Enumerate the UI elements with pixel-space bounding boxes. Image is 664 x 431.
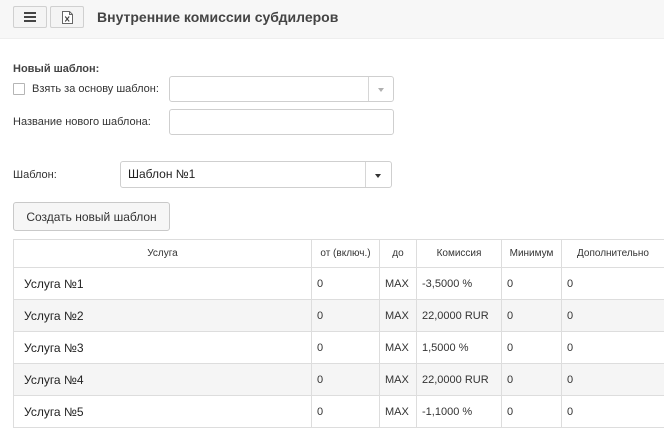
template-select[interactable]: Шаблон №1 — [120, 161, 392, 188]
cell-service: Услуга №4 — [13, 363, 312, 396]
table-header-row: Услуга от (включ.) до Комиссия Минимум Д… — [13, 239, 664, 268]
cell-service: Услуга №5 — [13, 395, 312, 428]
template-label: Шаблон: — [13, 169, 57, 181]
cell-service: Услуга №3 — [13, 331, 312, 364]
table-row[interactable]: Услуга №2 0 MAX 22,0000 RUR 0 0 — [13, 299, 664, 332]
base-template-select[interactable] — [169, 76, 394, 102]
cell-from: 0 — [311, 331, 380, 364]
column-header-minimum[interactable]: Минимум — [501, 239, 562, 268]
column-header-to[interactable]: до — [379, 239, 417, 268]
table-row[interactable]: Услуга №5 0 MAX -1,1000 % 0 0 — [13, 395, 664, 428]
excel-export-icon — [61, 10, 73, 24]
cell-commission: 22,0000 RUR — [416, 363, 502, 396]
table-row[interactable]: Услуга №4 0 MAX 22,0000 RUR 0 0 — [13, 363, 664, 396]
hamburger-icon — [24, 12, 36, 22]
top-bar: Внутренние комиссии субдилеров — [0, 0, 664, 39]
cell-additional: 0 — [561, 363, 664, 396]
select-divider — [368, 77, 369, 101]
table-row[interactable]: Услуга №1 0 MAX -3,5000 % 0 0 — [13, 267, 664, 300]
cell-from: 0 — [311, 395, 380, 428]
cell-to: MAX — [379, 267, 417, 300]
column-header-service[interactable]: Услуга — [13, 239, 312, 268]
template-select-value: Шаблон №1 — [128, 167, 196, 181]
cell-to: MAX — [379, 299, 417, 332]
page-title: Внутренние комиссии субдилеров — [97, 9, 339, 25]
cell-additional: 0 — [561, 395, 664, 428]
create-new-template-button[interactable]: Создать новый шаблон — [13, 202, 170, 231]
cell-additional: 0 — [561, 299, 664, 332]
cell-minimum: 0 — [501, 331, 562, 364]
menu-button[interactable] — [13, 6, 47, 28]
cell-commission: 22,0000 RUR — [416, 299, 502, 332]
cell-from: 0 — [311, 267, 380, 300]
column-header-additional[interactable]: Дополнительно — [561, 239, 664, 268]
cell-to: MAX — [379, 363, 417, 396]
new-template-section-label: Новый шаблон: — [13, 63, 100, 75]
chevron-down-icon — [378, 88, 384, 92]
column-header-commission[interactable]: Комиссия — [416, 239, 502, 268]
cell-commission: 1,5000 % — [416, 331, 502, 364]
use-base-template-checkbox[interactable] — [13, 83, 25, 95]
cell-minimum: 0 — [501, 363, 562, 396]
cell-from: 0 — [311, 363, 380, 396]
table-row[interactable]: Услуга №3 0 MAX 1,5000 % 0 0 — [13, 331, 664, 364]
cell-additional: 0 — [561, 267, 664, 300]
use-base-template-label: Взять за основу шаблон: — [32, 83, 159, 95]
commission-table: Услуга от (включ.) до Комиссия Минимум Д… — [13, 239, 664, 428]
cell-service: Услуга №1 — [13, 267, 312, 300]
cell-service: Услуга №2 — [13, 299, 312, 332]
chevron-down-icon — [375, 174, 381, 178]
cell-minimum: 0 — [501, 267, 562, 300]
cell-minimum: 0 — [501, 395, 562, 428]
cell-commission: -3,5000 % — [416, 267, 502, 300]
cell-to: MAX — [379, 395, 417, 428]
cell-to: MAX — [379, 331, 417, 364]
cell-from: 0 — [311, 299, 380, 332]
new-template-name-label: Название нового шаблона: — [13, 116, 151, 128]
excel-export-button[interactable] — [50, 6, 84, 28]
new-template-name-input[interactable] — [169, 109, 394, 135]
cell-minimum: 0 — [501, 299, 562, 332]
select-divider — [365, 162, 366, 187]
cell-commission: -1,1000 % — [416, 395, 502, 428]
cell-additional: 0 — [561, 331, 664, 364]
column-header-from[interactable]: от (включ.) — [311, 239, 380, 268]
